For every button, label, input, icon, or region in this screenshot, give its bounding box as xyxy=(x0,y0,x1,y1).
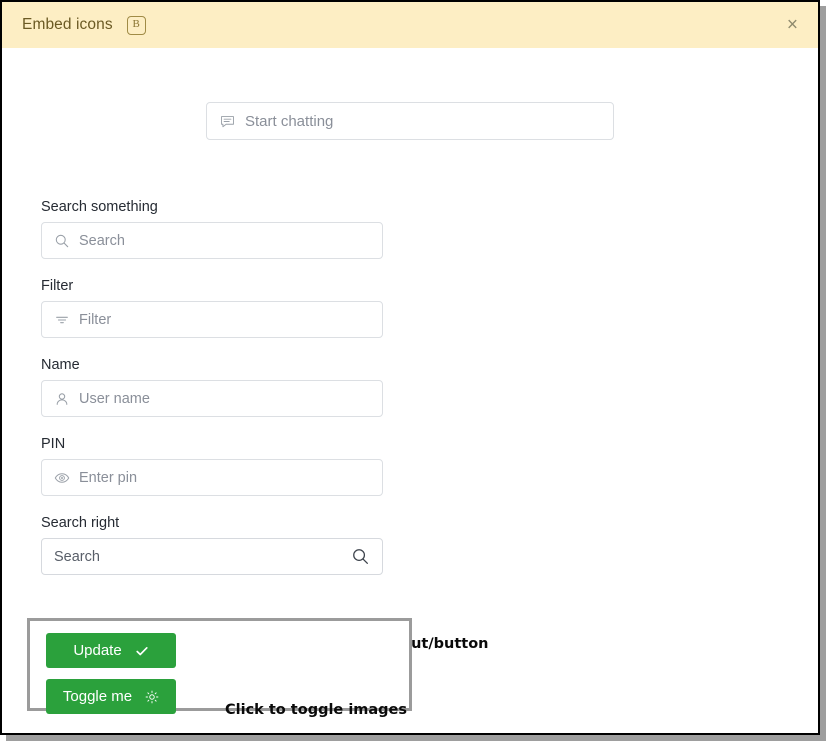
banner-title: Embed icons xyxy=(22,16,113,33)
update-button-label: Update xyxy=(73,642,122,659)
label-name: Name xyxy=(41,357,80,373)
chat-row: Start chatting xyxy=(2,48,818,140)
eye-icon xyxy=(54,470,70,486)
fields-stack: Search something Search Filter Filter Na… xyxy=(41,199,386,594)
field-search-right: Search right Search xyxy=(41,515,386,575)
filter-input-placeholder: Filter xyxy=(79,311,112,328)
filter-icon xyxy=(54,312,70,328)
label-search-right: Search right xyxy=(41,515,120,531)
field-pin: PIN Enter pin xyxy=(41,436,386,496)
field-name: Name User name xyxy=(41,357,386,417)
annotation-click-to-toggle: Click to toggle images xyxy=(225,702,408,718)
search-icon xyxy=(54,233,70,249)
check-icon xyxy=(135,644,149,658)
update-button[interactable]: Update xyxy=(46,633,176,668)
pin-input-placeholder: Enter pin xyxy=(79,469,138,486)
toggle-button-label: Toggle me xyxy=(62,688,133,705)
search-input[interactable]: Search xyxy=(41,222,383,259)
badge-b: B xyxy=(126,15,146,35)
name-input-placeholder: User name xyxy=(79,390,150,407)
sun-icon xyxy=(145,690,159,704)
user-icon xyxy=(54,391,70,407)
banner: Embed icons B × xyxy=(2,2,818,48)
name-input[interactable]: User name xyxy=(41,380,383,417)
label-filter: Filter xyxy=(41,278,74,294)
chat-input[interactable]: Start chatting xyxy=(206,102,614,140)
search-icon[interactable] xyxy=(351,547,370,566)
window-frame: Embed icons B × Start chatting Search so… xyxy=(0,0,820,735)
field-search-something: Search something Search xyxy=(41,199,386,259)
toggle-group: Update Toggle me xyxy=(27,618,412,714)
search-right-input[interactable]: Search xyxy=(41,538,383,575)
chat-input-placeholder: Start chatting xyxy=(245,112,334,130)
filter-input[interactable]: Filter xyxy=(41,301,383,338)
close-icon[interactable]: × xyxy=(787,16,798,35)
field-filter: Filter Filter xyxy=(41,278,386,338)
search-right-placeholder: Search xyxy=(54,548,100,565)
content-area: Start chatting Search something Search F… xyxy=(2,48,818,733)
search-input-placeholder: Search xyxy=(79,232,125,249)
pin-input[interactable]: Enter pin xyxy=(41,459,383,496)
toggle-button[interactable]: Toggle me xyxy=(46,679,176,714)
chat-bubble-icon xyxy=(219,113,236,130)
label-pin: PIN xyxy=(41,436,66,452)
label-search-something: Search something xyxy=(41,199,158,215)
